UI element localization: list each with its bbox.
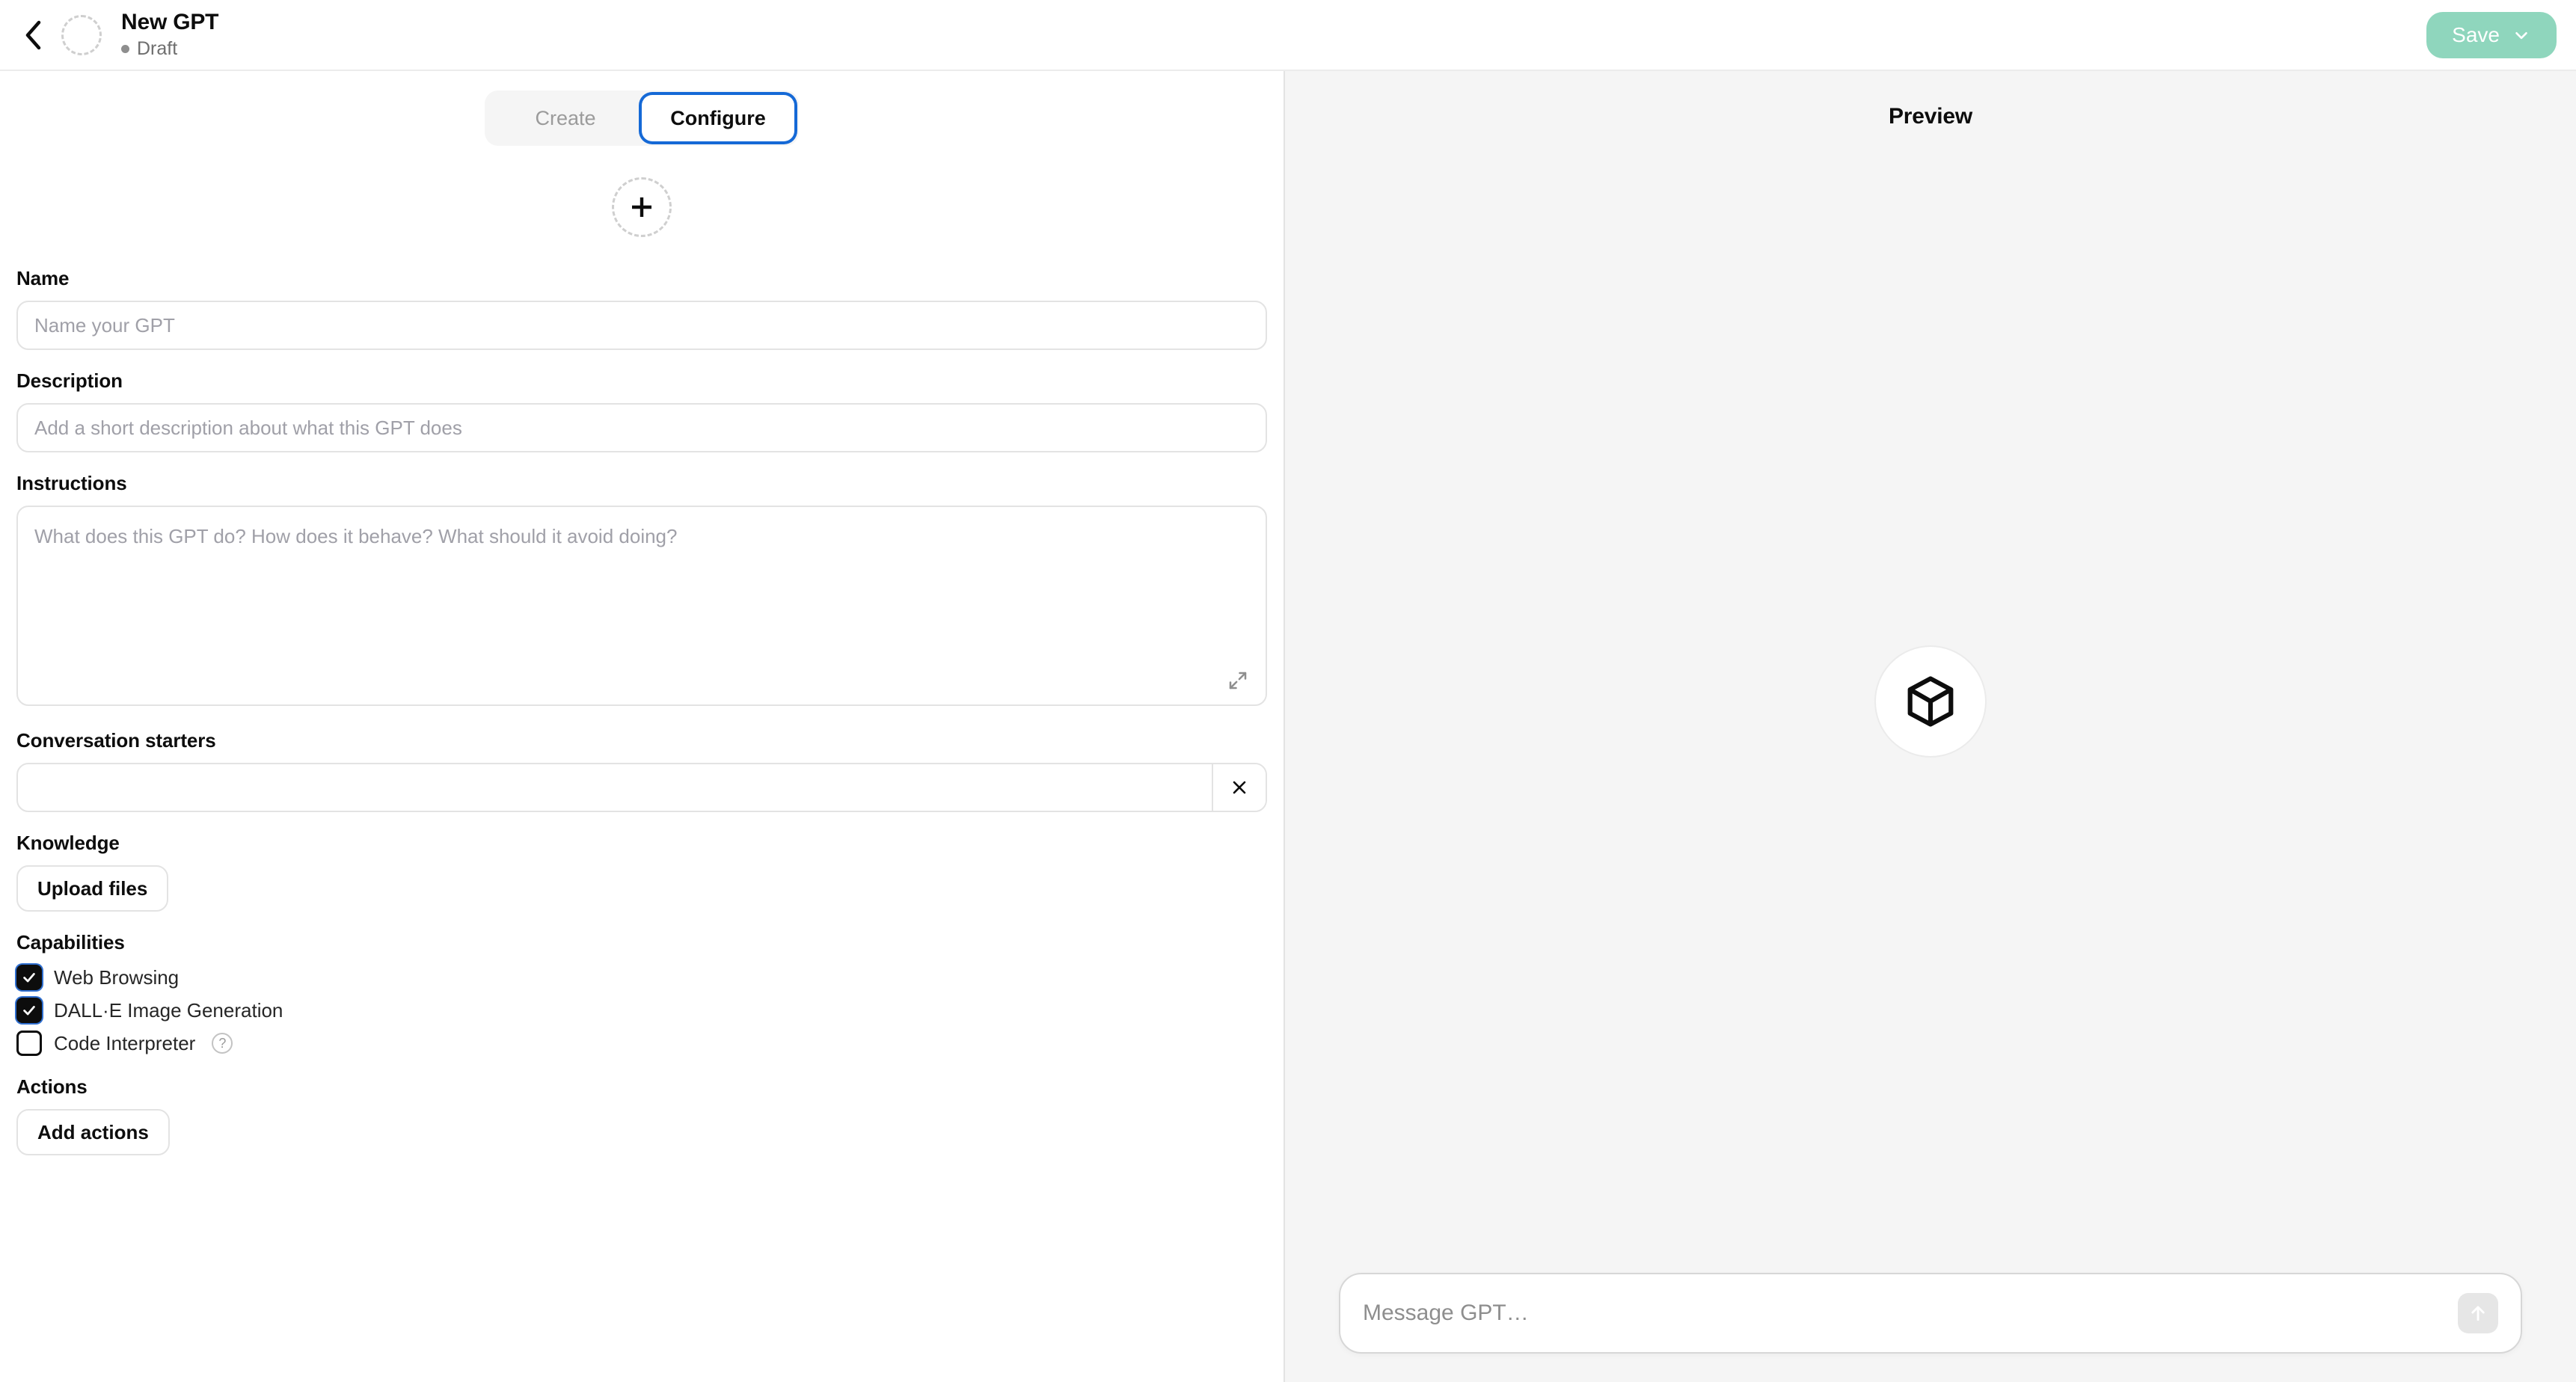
tab-create[interactable]: Create xyxy=(489,95,642,141)
conversation-starter-input[interactable] xyxy=(18,764,1212,811)
instructions-wrapper xyxy=(16,506,1267,710)
status-label: Draft xyxy=(137,38,178,60)
conversation-starters-label: Conversation starters xyxy=(16,729,216,752)
composer-wrapper xyxy=(1285,1273,2576,1382)
preview-title: Preview xyxy=(1888,104,1972,129)
back-button[interactable] xyxy=(15,16,52,54)
expand-diagonal-icon xyxy=(1229,672,1247,690)
instructions-textarea[interactable] xyxy=(16,506,1267,706)
code-interpreter-checkbox[interactable] xyxy=(16,1031,42,1056)
tab-configure[interactable]: Configure xyxy=(642,95,794,141)
tab-configure-label: Configure xyxy=(670,106,766,129)
chevron-left-icon xyxy=(25,20,41,49)
save-button-label: Save xyxy=(2452,22,2500,46)
title-block: New GPT Draft xyxy=(121,10,218,60)
dalle-image-generation-label: DALL·E Image Generation xyxy=(54,999,283,1022)
page-title: New GPT xyxy=(121,9,219,34)
close-x-icon xyxy=(1233,781,1246,794)
add-actions-button[interactable]: Add actions xyxy=(16,1109,170,1155)
message-composer xyxy=(1339,1273,2522,1354)
avatar-upload-row xyxy=(16,177,1267,237)
status-badge: Draft xyxy=(121,38,218,60)
description-label: Description xyxy=(16,369,123,392)
knowledge-group: Knowledge Upload files xyxy=(16,832,1267,912)
save-button[interactable]: Save xyxy=(2426,11,2557,58)
avatar xyxy=(61,14,102,55)
conversation-starters-group: Conversation starters xyxy=(16,729,1267,812)
actions-label: Actions xyxy=(16,1075,88,1098)
capabilities-list: Web Browsing DALL·E Image Generation Cod… xyxy=(16,965,1267,1056)
preview-avatar xyxy=(1874,645,1987,758)
tab-group: Create Configure xyxy=(485,90,799,146)
check-icon xyxy=(23,973,35,983)
configure-panel: Create Configure Name Name your GPT Desc… xyxy=(0,71,1285,1382)
chevron-down-icon xyxy=(2515,31,2527,39)
top-bar-actions: Save xyxy=(2426,11,2557,58)
description-input[interactable] xyxy=(16,403,1267,452)
preview-empty-state xyxy=(1285,129,2576,1273)
dalle-image-generation-checkbox[interactable] xyxy=(16,998,42,1023)
capabilities-label: Capabilities xyxy=(16,931,125,953)
tab-bar: Create Configure xyxy=(16,90,1267,146)
web-browsing-label: Web Browsing xyxy=(54,966,180,989)
avatar-upload-button[interactable] xyxy=(612,177,672,237)
check-icon xyxy=(23,1006,35,1016)
upload-files-label: Upload files xyxy=(37,876,148,900)
name-field-group: Name xyxy=(16,267,1267,350)
add-actions-label: Add actions xyxy=(37,1120,149,1143)
capabilities-group: Capabilities Web Browsing DALL·E Image G… xyxy=(16,931,1267,1056)
preview-panel: Preview xyxy=(1285,71,2576,1382)
capability-web-browsing[interactable]: Web Browsing xyxy=(16,965,1267,990)
name-input[interactable] xyxy=(16,301,1267,350)
tab-create-label: Create xyxy=(535,106,596,129)
code-interpreter-label: Code Interpreter xyxy=(54,1032,196,1054)
plus-icon xyxy=(632,197,651,217)
question-mark-icon[interactable]: ? xyxy=(212,1033,233,1054)
name-label: Name xyxy=(16,267,70,289)
message-input[interactable] xyxy=(1363,1300,2458,1326)
send-message-button[interactable] xyxy=(2458,1293,2498,1333)
instructions-field-group: Instructions xyxy=(16,472,1267,710)
arrow-up-icon xyxy=(2471,1306,2485,1321)
main-body: Create Configure Name Name your GPT Desc… xyxy=(0,71,2576,1382)
upload-files-button[interactable]: Upload files xyxy=(16,865,169,912)
status-dot-icon xyxy=(121,45,129,54)
knowledge-label: Knowledge xyxy=(16,832,120,854)
top-bar: New GPT Draft Save xyxy=(0,0,2576,71)
conversation-starter-row xyxy=(16,763,1267,812)
capability-dalle-image-generation[interactable]: DALL·E Image Generation xyxy=(16,998,1267,1023)
instructions-label: Instructions xyxy=(16,472,127,494)
web-browsing-checkbox[interactable] xyxy=(16,965,42,990)
expand-instructions-button[interactable] xyxy=(1225,668,1251,693)
cube-icon xyxy=(1907,675,1954,727)
description-field-group: Description xyxy=(16,369,1267,452)
actions-group: Actions Add actions xyxy=(16,1075,1267,1155)
gpt-builder-page: New GPT Draft Save Create Configure Name… xyxy=(0,0,2576,1382)
capability-code-interpreter[interactable]: Code Interpreter ? xyxy=(16,1031,1267,1056)
remove-conversation-starter-button[interactable] xyxy=(1212,764,1266,811)
